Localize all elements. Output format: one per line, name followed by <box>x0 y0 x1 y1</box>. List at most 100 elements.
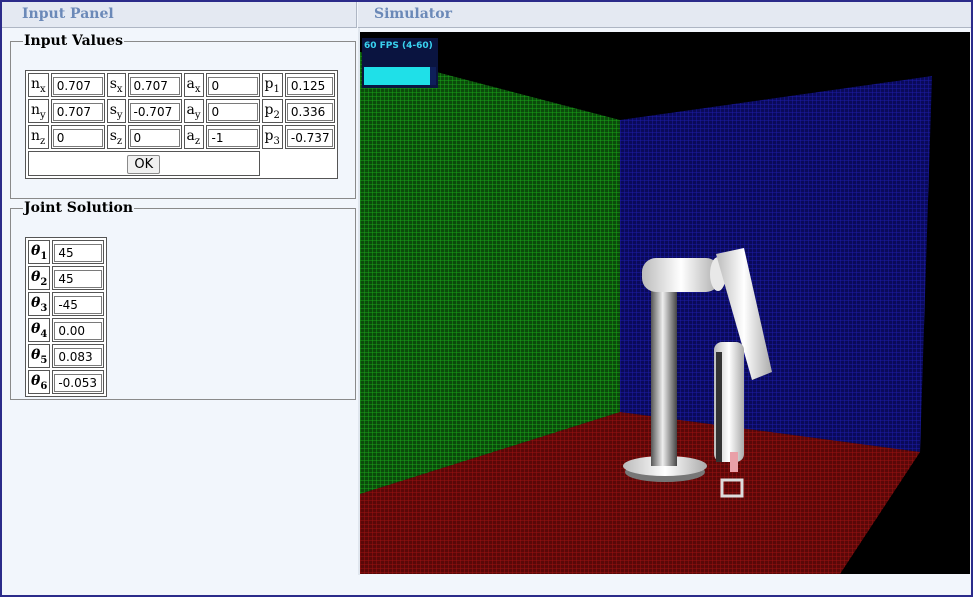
symbol-ax: ax <box>183 73 204 97</box>
symbol-nz: nz <box>28 125 49 149</box>
theta-subscript: 1 <box>40 250 48 262</box>
joint-row: θ5 <box>28 344 105 368</box>
joint-value-cell <box>52 292 105 316</box>
value-cell <box>205 99 260 123</box>
theta-3-label: θ3 <box>28 292 51 316</box>
symbol-base: p <box>264 127 274 144</box>
symbol-subscript: x <box>194 83 201 95</box>
joint-row: θ3 <box>28 292 105 316</box>
sz-input[interactable] <box>129 129 180 147</box>
symbol-subscript: z <box>194 135 201 147</box>
symbol-base: n <box>31 101 41 118</box>
input-panel-header: Input Panel <box>2 2 357 28</box>
theta-3-input[interactable] <box>54 296 103 314</box>
joint-row: θ6 <box>28 370 105 394</box>
value-cell <box>205 73 260 97</box>
joint-value-cell <box>52 266 105 290</box>
symbol-subscript: y <box>116 109 123 121</box>
theta-5-input[interactable] <box>54 348 103 366</box>
symbol-subscript: x <box>40 83 46 95</box>
joint-row: θ2 <box>28 266 105 290</box>
theta-5-label: θ5 <box>28 344 51 368</box>
input-values-legend: Input Values <box>24 33 123 49</box>
joint-solution-legend: Joint Solution <box>24 200 134 216</box>
sx-input[interactable] <box>129 77 180 95</box>
app-frame: Input Panel Simulator Input Values nxsxa… <box>0 0 973 597</box>
symbol-base: p <box>264 101 274 118</box>
theta-subscript: 5 <box>40 354 48 366</box>
value-cell <box>284 125 335 149</box>
symbol-subscript: x <box>116 83 123 95</box>
symbol-base: s <box>109 127 117 144</box>
symbol-base: s <box>109 101 117 118</box>
p1-input[interactable] <box>286 77 333 95</box>
theta-subscript: 3 <box>40 302 48 314</box>
theta-symbol: θ <box>31 294 41 311</box>
ok-cell: OK <box>28 151 260 176</box>
fps-text: 60 FPS (4-60) <box>364 41 433 51</box>
value-cell <box>50 99 105 123</box>
ok-row: OK <box>28 151 335 176</box>
symbol-base: a <box>186 75 195 92</box>
symbol-p1: p1 <box>261 73 283 97</box>
theta-symbol: θ <box>31 268 41 285</box>
symbol-ny: ny <box>28 99 49 123</box>
symbol-sy: sy <box>106 99 126 123</box>
joint-row: θ4 <box>28 318 105 342</box>
value-cell <box>50 125 105 149</box>
ay-input[interactable] <box>207 103 258 121</box>
ok-button[interactable]: OK <box>127 155 161 174</box>
symbol-subscript: 3 <box>273 135 280 147</box>
theta-subscript: 2 <box>40 276 48 288</box>
p3-input[interactable] <box>286 129 333 147</box>
theta-symbol: θ <box>31 242 41 259</box>
theta-2-input[interactable] <box>54 270 103 288</box>
symbol-base: s <box>109 75 117 92</box>
joint-value-cell <box>52 240 105 264</box>
value-cell <box>205 125 260 149</box>
joint-value-cell <box>52 370 105 394</box>
fps-graph <box>364 67 436 85</box>
symbol-subscript: z <box>40 135 46 147</box>
value-cell <box>50 73 105 97</box>
joint-row: θ1 <box>28 240 105 264</box>
theta-6-label: θ6 <box>28 370 51 394</box>
simulator-viewport[interactable] <box>360 32 970 574</box>
symbol-p2: p2 <box>261 99 283 123</box>
ax-input[interactable] <box>207 77 258 95</box>
simulator-header: Simulator <box>358 2 971 28</box>
theta-4-label: θ4 <box>28 318 51 342</box>
theta-2-label: θ2 <box>28 266 51 290</box>
theta-4-input[interactable] <box>54 322 103 340</box>
nz-input[interactable] <box>52 129 103 147</box>
theta-subscript: 4 <box>40 328 48 340</box>
symbol-subscript: 1 <box>273 83 280 95</box>
input-values-group: Input Values nxsxaxp1nysyayp2nzszazp3OK <box>10 33 356 199</box>
symbol-base: a <box>186 101 195 118</box>
theta-subscript: 6 <box>40 380 48 392</box>
input-values-row: nxsxaxp1 <box>28 73 335 97</box>
fps-meter: 60 FPS (4-60) <box>362 38 438 88</box>
theta-symbol: θ <box>31 346 41 363</box>
symbol-subscript: y <box>40 109 46 121</box>
symbol-subscript: y <box>194 109 201 121</box>
az-input[interactable] <box>207 129 258 147</box>
symbol-sz: sz <box>106 125 126 149</box>
ny-input[interactable] <box>52 103 103 121</box>
symbol-az: az <box>183 125 204 149</box>
symbol-base: n <box>31 127 41 144</box>
symbol-ay: ay <box>183 99 204 123</box>
p2-input[interactable] <box>286 103 333 121</box>
value-cell <box>127 73 182 97</box>
theta-1-input[interactable] <box>54 244 103 262</box>
input-values-row: nysyayp2 <box>28 99 335 123</box>
theta-symbol: θ <box>31 372 41 389</box>
joint-value-cell <box>52 344 105 368</box>
value-cell <box>284 99 335 123</box>
sy-input[interactable] <box>129 103 180 121</box>
symbol-nx: nx <box>28 73 49 97</box>
nx-input[interactable] <box>52 77 103 95</box>
fps-bar <box>364 67 431 85</box>
theta-6-input[interactable] <box>54 374 103 392</box>
symbol-sx: sx <box>106 73 126 97</box>
